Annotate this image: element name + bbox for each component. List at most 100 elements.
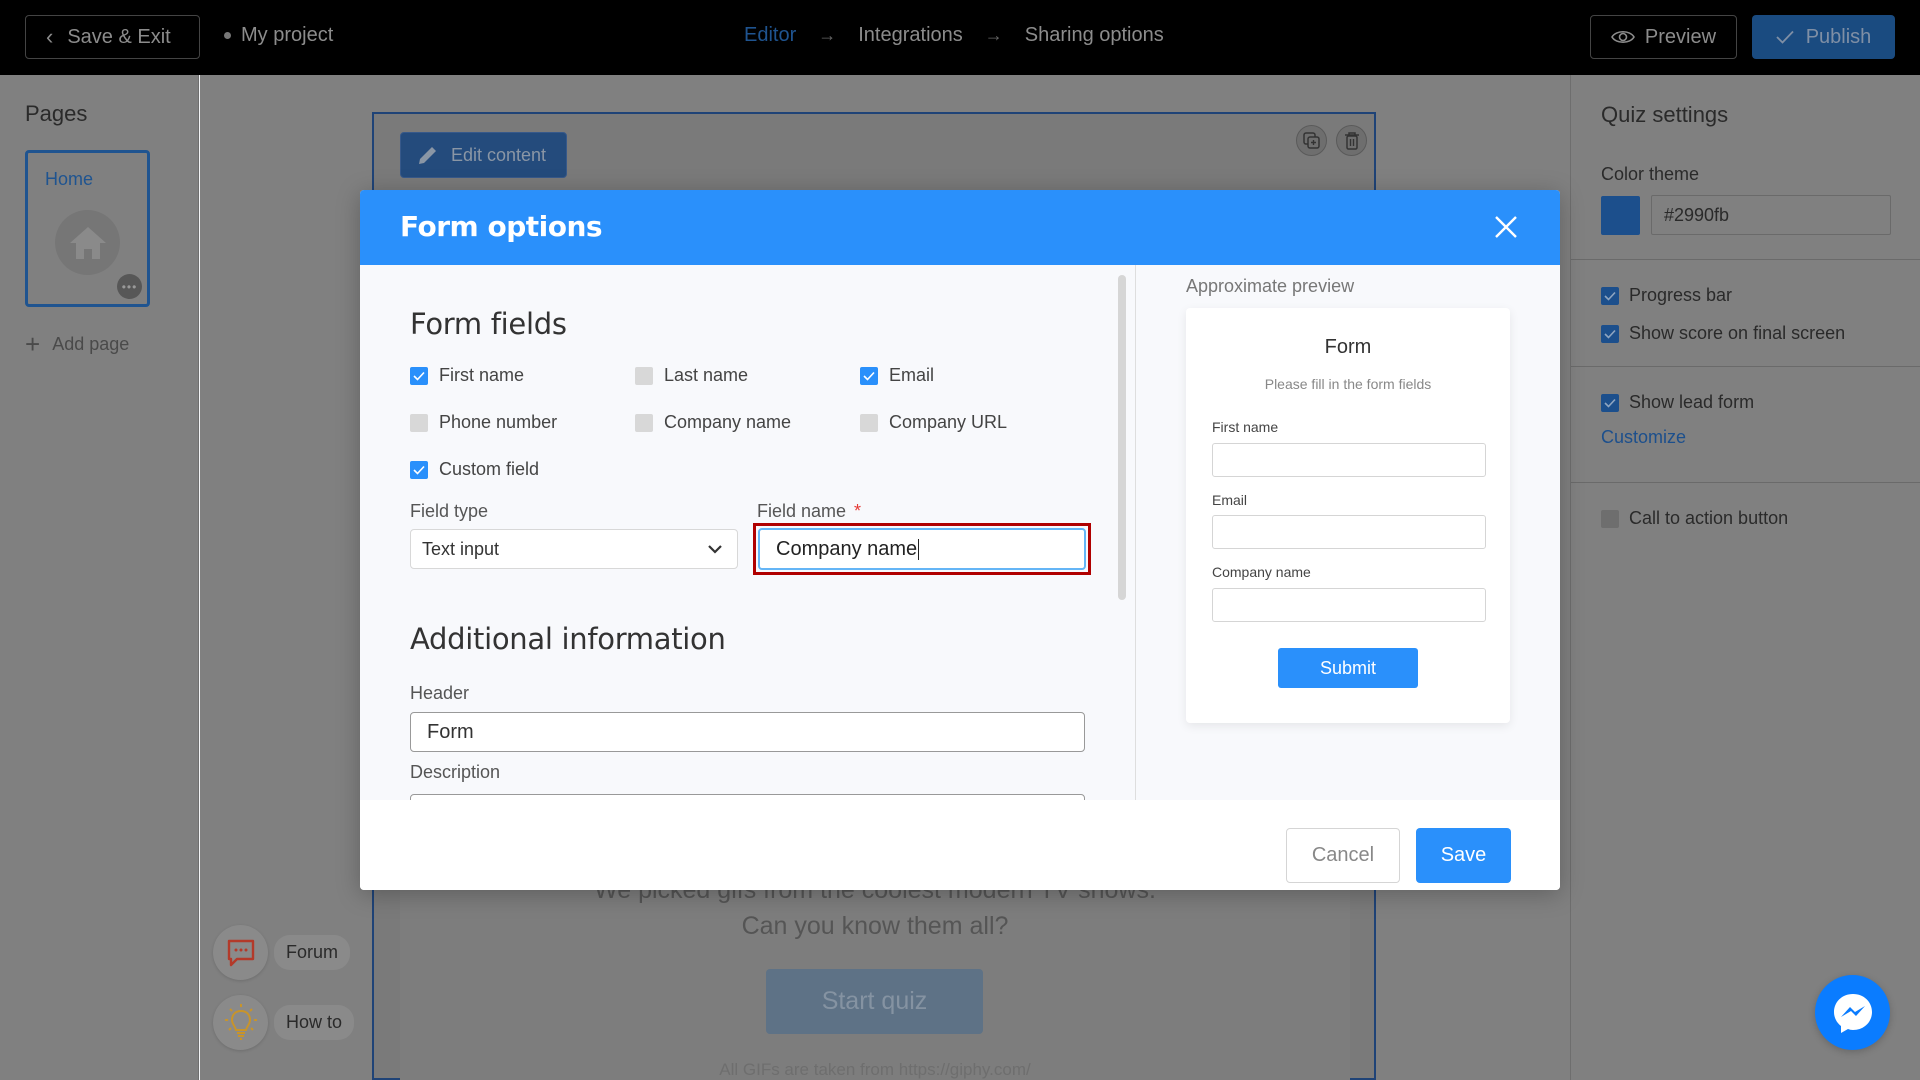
lightbulb-icon	[213, 995, 268, 1050]
trash-icon	[1344, 131, 1359, 150]
more-options-icon[interactable]: •••	[117, 274, 142, 299]
divider	[1571, 366, 1920, 367]
cancel-button[interactable]: Cancel	[1286, 828, 1400, 883]
field-type-select[interactable]: Text input	[410, 529, 738, 569]
top-bar: ‹ Save & Exit My project Editor → Integr…	[0, 0, 1920, 75]
howto-button[interactable]: How to	[213, 995, 355, 1050]
giphy-credit: All GIFs are taken from https://giphy.co…	[719, 1060, 1031, 1079]
color-swatch[interactable]	[1601, 196, 1640, 235]
preview-description: Please fill in the form fields	[1264, 376, 1432, 392]
page-card-label: Home	[45, 169, 94, 189]
form-options-modal: Form options Form fields First name Last…	[360, 190, 1560, 890]
divider	[1571, 259, 1920, 260]
checkbox-unchecked-icon	[1601, 509, 1619, 528]
field-name-input[interactable]: Company name	[758, 528, 1086, 570]
field-type-value: Text input	[422, 538, 500, 559]
checkbox-company-url[interactable]: Company URL	[860, 412, 1007, 433]
breadcrumb-sharing-options[interactable]: Sharing options	[1025, 24, 1164, 47]
progress-bar-checkbox[interactable]: Progress bar	[1601, 285, 1732, 306]
checkbox-last-name[interactable]: Last name	[635, 365, 748, 386]
checkbox-unchecked-icon	[635, 366, 653, 385]
breadcrumb-editor[interactable]: Editor	[744, 24, 796, 47]
add-page-button[interactable]: + Add page	[25, 331, 129, 357]
show-score-checkbox[interactable]: Show score on final screen	[1601, 323, 1845, 344]
pages-sidebar: Pages Home ••• + Add page	[0, 75, 199, 1080]
project-name-label: My project	[241, 24, 334, 46]
preview-field-input	[1212, 443, 1486, 477]
header-label: Header	[410, 683, 470, 703]
page-card-home[interactable]: Home •••	[25, 150, 150, 307]
checkbox-checked-icon	[1601, 324, 1619, 343]
arrow-right-icon: →	[984, 25, 1003, 45]
forum-button[interactable]: Forum	[213, 925, 351, 980]
chat-bubble-icon	[213, 925, 268, 980]
form-preview-card: Form Please fill in the form fields Firs…	[1186, 308, 1510, 723]
add-page-label: Add page	[52, 333, 130, 354]
field-name-value: Company name	[776, 537, 918, 560]
messenger-chat-button[interactable]	[1815, 975, 1890, 1050]
save-exit-button[interactable]: ‹ Save & Exit	[25, 15, 200, 59]
cta-button-checkbox[interactable]: Call to action button	[1601, 508, 1788, 529]
field-name-label: Field name *	[757, 501, 861, 522]
checkbox-unchecked-icon	[635, 413, 653, 432]
quiz-settings-title: Quiz settings	[1601, 102, 1729, 127]
arrow-right-icon: →	[818, 25, 837, 45]
save-exit-label: Save & Exit	[67, 25, 171, 48]
publish-button[interactable]: Publish	[1752, 15, 1895, 59]
checkbox-email[interactable]: Email	[860, 365, 934, 386]
header-input[interactable]: Form	[410, 712, 1085, 752]
edit-content-label: Edit content	[451, 144, 547, 165]
preview-field-input	[1212, 515, 1486, 549]
eye-icon	[1610, 30, 1635, 44]
preview-button[interactable]: Preview	[1590, 15, 1737, 59]
chevron-down-icon	[708, 545, 722, 554]
field-name-label-text: Field name	[757, 501, 847, 521]
header-value: Form	[427, 720, 474, 743]
progress-bar-label: Progress bar	[1629, 285, 1733, 305]
edit-content-button[interactable]: Edit content	[400, 132, 567, 178]
start-quiz-button[interactable]: Start quiz	[766, 969, 983, 1034]
cta-button-label: Call to action button	[1629, 508, 1789, 528]
pencil-icon	[419, 147, 436, 164]
preview-field-input	[1212, 588, 1486, 622]
color-theme-input[interactable]: #2990fb	[1651, 195, 1891, 235]
modal-header: Form options	[360, 190, 1560, 265]
preview-field-label: First name	[1212, 419, 1279, 435]
description-label: Description	[410, 762, 501, 782]
field-type-label: Field type	[410, 501, 489, 521]
checkbox-checked-icon	[1601, 393, 1619, 412]
modal-body: Form fields First name Last name Email P…	[360, 265, 1560, 800]
plus-icon: +	[25, 329, 41, 359]
checkbox-label: Phone number	[439, 412, 558, 432]
preview-field-label: Company name	[1212, 564, 1311, 580]
close-button[interactable]	[1491, 212, 1521, 242]
duplicate-icon	[1302, 131, 1320, 149]
checkbox-unchecked-icon	[860, 413, 878, 432]
checkbox-checked-icon	[410, 366, 428, 385]
forum-label: Forum	[274, 935, 351, 970]
checkbox-company-name[interactable]: Company name	[635, 412, 791, 433]
checkbox-phone-number[interactable]: Phone number	[410, 412, 557, 433]
scrollbar[interactable]	[1118, 275, 1126, 600]
breadcrumb-integrations[interactable]: Integrations	[858, 24, 963, 47]
form-fields-title: Form fields	[410, 307, 567, 341]
close-icon	[1495, 216, 1517, 238]
checkbox-checked-icon	[410, 460, 428, 479]
checkbox-custom-field[interactable]: Custom field	[410, 459, 539, 480]
customize-link[interactable]: Customize	[1601, 427, 1686, 448]
preview-field-label: Email	[1212, 492, 1248, 508]
show-lead-form-checkbox[interactable]: Show lead form	[1601, 392, 1754, 413]
project-name[interactable]: My project	[224, 24, 333, 47]
duplicate-button[interactable]	[1296, 125, 1327, 156]
home-icon	[55, 210, 120, 275]
delete-button[interactable]	[1336, 125, 1367, 156]
additional-info-title: Additional information	[410, 622, 726, 656]
checkbox-first-name[interactable]: First name	[410, 365, 524, 386]
checkbox-checked-icon	[860, 366, 878, 385]
save-button[interactable]: Save	[1416, 828, 1511, 883]
howto-label: How to	[274, 1005, 355, 1040]
pages-title: Pages	[25, 101, 88, 126]
quiz-subtitle-line2: Can you know them all?	[741, 912, 1009, 940]
preview-submit-button: Submit	[1278, 648, 1418, 688]
form-settings-pane: Form fields First name Last name Email P…	[360, 265, 1135, 800]
